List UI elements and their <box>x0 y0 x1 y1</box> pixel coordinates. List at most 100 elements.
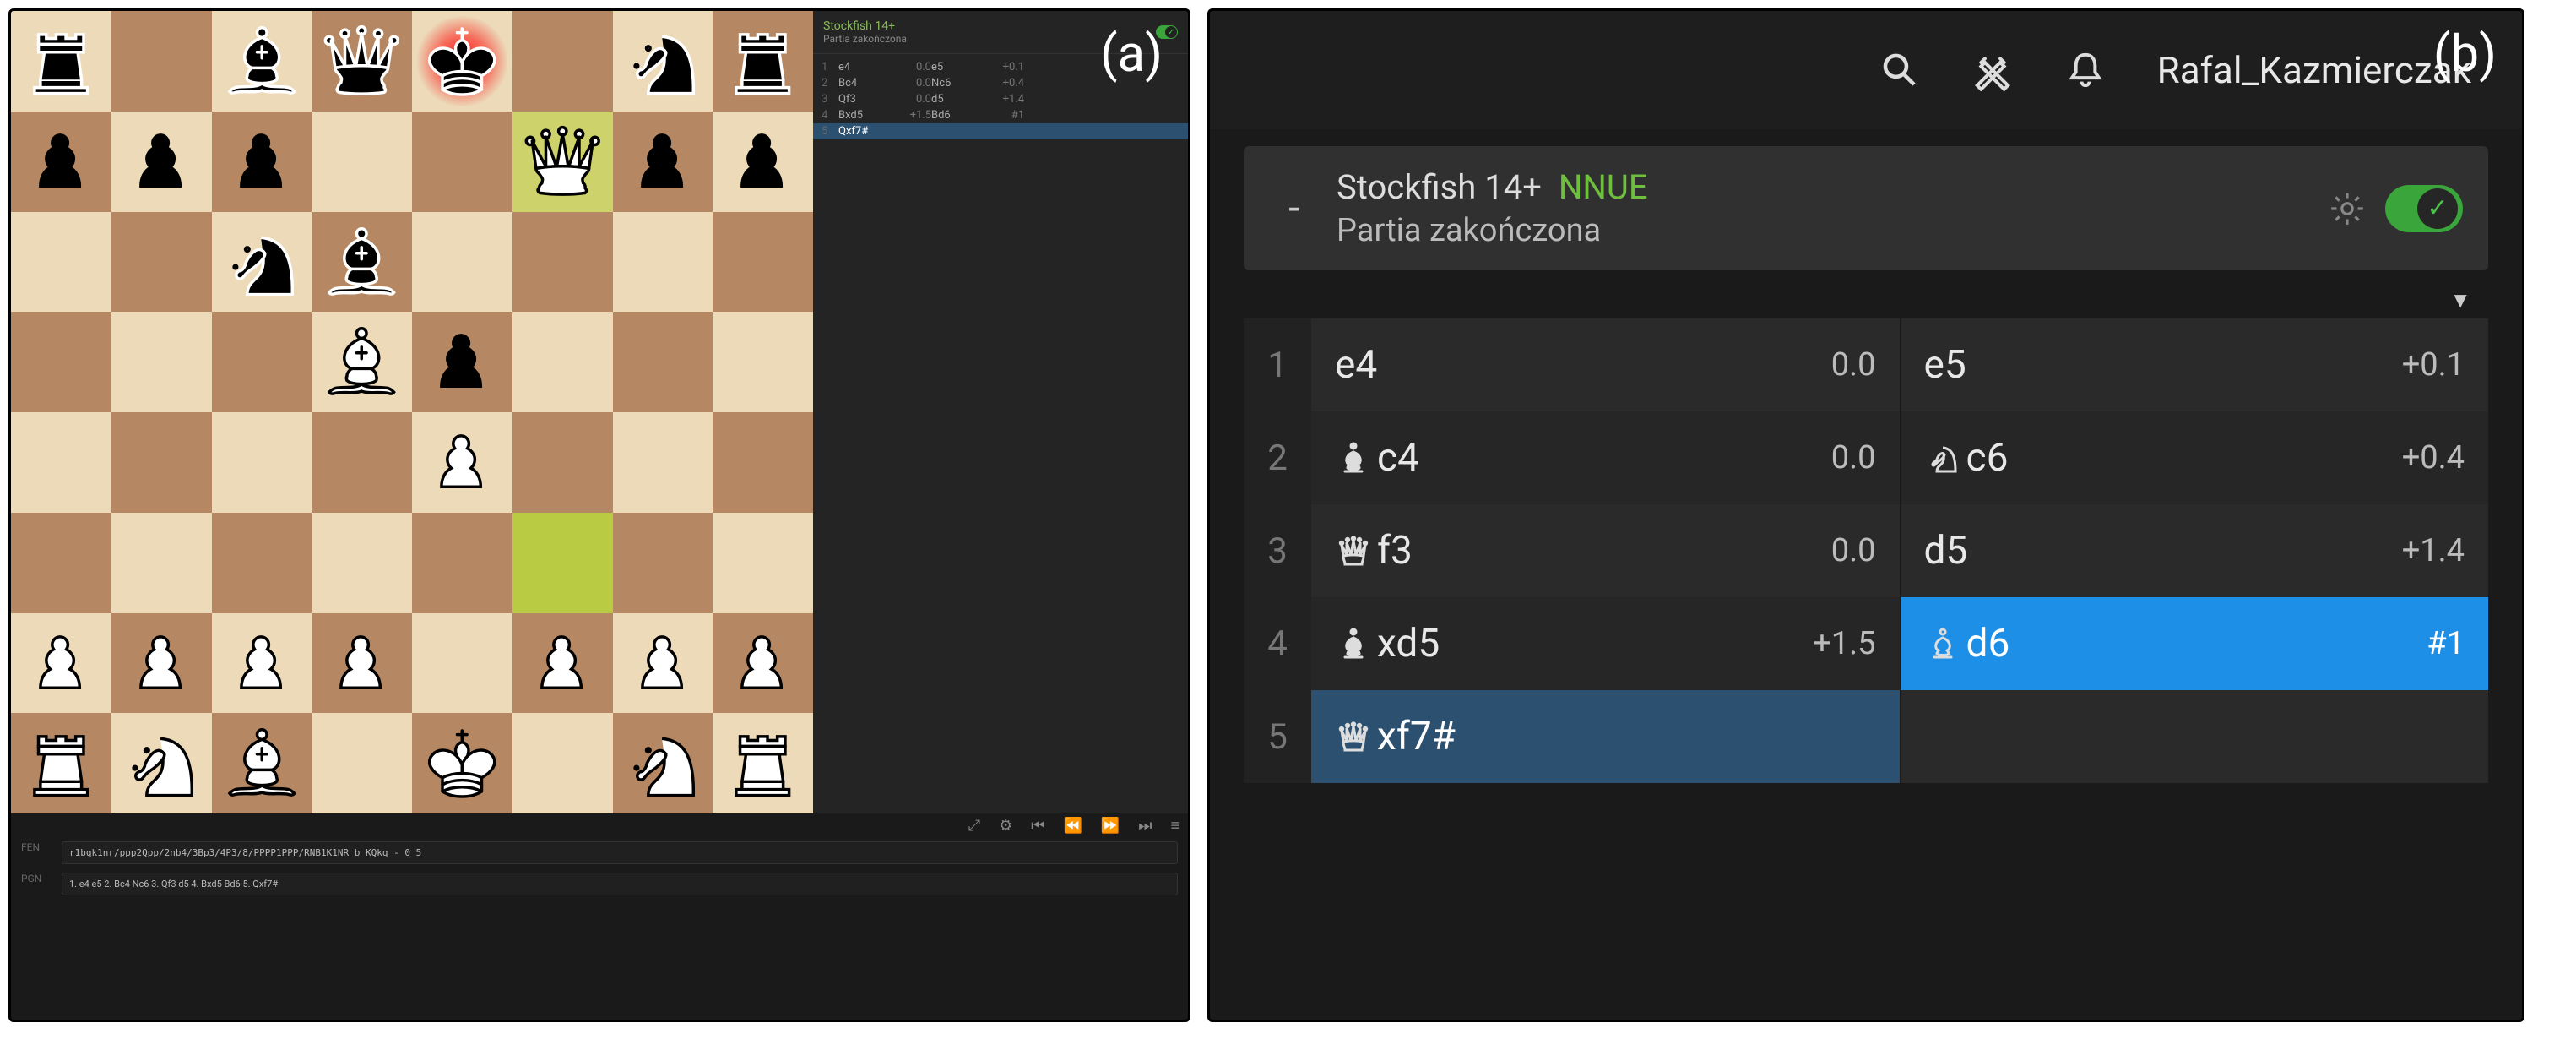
move-cell[interactable]: xd5+1.5 <box>1311 597 1900 690</box>
black-rook[interactable] <box>17 17 106 106</box>
move-cell[interactable]: c6+0.4 <box>1900 411 2489 504</box>
square-b7[interactable] <box>111 112 212 212</box>
white-pawn[interactable] <box>317 619 406 708</box>
control-1[interactable]: ⚙ <box>999 817 1012 835</box>
black-pawn[interactable] <box>117 117 206 206</box>
square-h3[interactable] <box>713 513 813 613</box>
square-c2[interactable] <box>212 613 312 714</box>
square-d1[interactable] <box>312 713 412 813</box>
square-h5[interactable] <box>713 312 813 412</box>
black-pawn[interactable] <box>719 117 807 206</box>
square-d6[interactable] <box>312 212 412 313</box>
square-c6[interactable] <box>212 212 312 313</box>
white-bishop[interactable] <box>317 318 406 406</box>
square-a7[interactable] <box>11 112 111 212</box>
square-d3[interactable] <box>312 513 412 613</box>
square-g4[interactable] <box>613 412 713 513</box>
square-c3[interactable] <box>212 513 312 613</box>
square-a5[interactable] <box>11 312 111 412</box>
control-0[interactable]: ⤢ <box>968 817 980 835</box>
control-2[interactable]: ⏮ <box>1031 817 1044 835</box>
square-c7[interactable] <box>212 112 312 212</box>
square-d5[interactable] <box>312 312 412 412</box>
square-f6[interactable] <box>512 212 613 313</box>
square-e3[interactable] <box>412 513 512 613</box>
mini-move-row[interactable]: 4Bxd5+1.5Bd6#1 <box>813 107 1188 123</box>
square-b4[interactable] <box>111 412 212 513</box>
username[interactable]: Rafal_Kazmierczak <box>2157 48 2471 92</box>
square-e2[interactable] <box>412 613 512 714</box>
move-cell[interactable]: e40.0 <box>1311 318 1900 411</box>
black-knight[interactable] <box>619 17 708 106</box>
square-g5[interactable] <box>613 312 713 412</box>
square-f1[interactable] <box>512 713 613 813</box>
white-king[interactable] <box>418 719 507 808</box>
white-knight[interactable] <box>619 719 708 808</box>
square-g3[interactable] <box>613 513 713 613</box>
square-b3[interactable] <box>111 513 212 613</box>
pgn-input[interactable]: 1. e4 e5 2. Bc4 Nc6 3. Qf3 d5 4. Bxd5 Bd… <box>62 873 1178 895</box>
square-b8[interactable] <box>111 11 212 112</box>
square-a3[interactable] <box>11 513 111 613</box>
square-c8[interactable] <box>212 11 312 112</box>
square-d4[interactable] <box>312 412 412 513</box>
black-king[interactable] <box>418 17 507 106</box>
square-e7[interactable] <box>412 112 512 212</box>
black-pawn[interactable] <box>218 117 306 206</box>
white-queen[interactable] <box>518 117 607 206</box>
square-f5[interactable] <box>512 312 613 412</box>
square-c4[interactable] <box>212 412 312 513</box>
square-g8[interactable] <box>613 11 713 112</box>
white-pawn[interactable] <box>17 619 106 708</box>
move-cell[interactable]: d5+1.4 <box>1900 504 2489 597</box>
engine-toggle[interactable] <box>2385 185 2463 232</box>
mini-move-row[interactable]: 5Qxf7# <box>813 123 1188 139</box>
square-c5[interactable] <box>212 312 312 412</box>
white-bishop[interactable] <box>218 719 306 808</box>
white-pawn[interactable] <box>518 619 607 708</box>
square-f2[interactable] <box>512 613 613 714</box>
control-4[interactable]: ⏩ <box>1101 817 1120 835</box>
square-d8[interactable] <box>312 11 412 112</box>
white-pawn[interactable] <box>619 619 708 708</box>
search-icon[interactable] <box>1879 49 1921 91</box>
square-f7[interactable] <box>512 112 613 212</box>
square-h2[interactable] <box>713 613 813 714</box>
white-knight[interactable] <box>117 719 206 808</box>
square-a1[interactable] <box>11 713 111 813</box>
black-bishop[interactable] <box>218 17 306 106</box>
black-rook[interactable] <box>719 17 807 106</box>
challenge-icon[interactable] <box>1971 49 2014 91</box>
square-e5[interactable] <box>412 312 512 412</box>
control-3[interactable]: ⏪ <box>1063 817 1082 835</box>
square-a8[interactable] <box>11 11 111 112</box>
fen-input[interactable]: r1bqk1nr/ppp2Qpp/2nb4/3Bp3/4P3/8/PPPP1PP… <box>62 841 1178 864</box>
square-a6[interactable] <box>11 212 111 313</box>
white-rook[interactable] <box>719 719 807 808</box>
gear-icon[interactable] <box>2328 189 2367 228</box>
square-h4[interactable] <box>713 412 813 513</box>
square-g1[interactable] <box>613 713 713 813</box>
white-rook[interactable] <box>17 719 106 808</box>
square-h1[interactable] <box>713 713 813 813</box>
move-list-small[interactable]: 1e40.0e5+0.12Bc40.0Nc6+0.43Qf30.0d5+1.44… <box>813 54 1188 813</box>
move-cell[interactable]: f30.0 <box>1311 504 1900 597</box>
square-h7[interactable] <box>713 112 813 212</box>
square-d7[interactable] <box>312 112 412 212</box>
square-b6[interactable] <box>111 212 212 313</box>
square-a2[interactable] <box>11 613 111 714</box>
square-g2[interactable] <box>613 613 713 714</box>
black-bishop[interactable] <box>317 218 406 307</box>
mini-move-row[interactable]: 3Qf30.0d5+1.4 <box>813 91 1188 107</box>
square-e4[interactable] <box>412 412 512 513</box>
bell-icon[interactable] <box>2064 49 2107 91</box>
black-pawn[interactable] <box>17 117 106 206</box>
square-h8[interactable] <box>713 11 813 112</box>
control-6[interactable]: ≡ <box>1170 817 1180 835</box>
white-pawn[interactable] <box>418 418 507 507</box>
square-b1[interactable] <box>111 713 212 813</box>
move-cell[interactable]: c40.0 <box>1311 411 1900 504</box>
black-pawn[interactable] <box>418 318 507 406</box>
square-e1[interactable] <box>412 713 512 813</box>
white-pawn[interactable] <box>218 619 306 708</box>
